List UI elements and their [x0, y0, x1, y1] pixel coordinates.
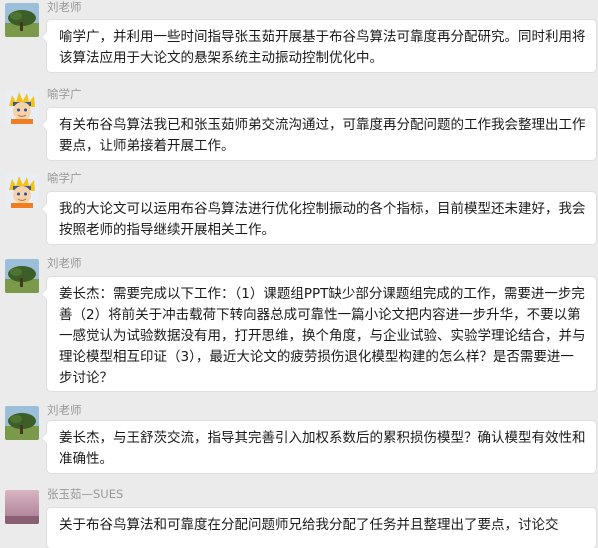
sender-name: 刘老师 — [47, 403, 82, 417]
tree-landscape-avatar-icon[interactable] — [5, 406, 39, 440]
naruto-avatar-icon[interactable] — [5, 174, 39, 208]
sender-name: 喻学广 — [47, 87, 82, 101]
sender-name: 刘老师 — [47, 256, 82, 270]
chat-history: 刘老师 喻学广，并利用一些时间指导张玉茹开展基于布谷鸟算法可靠度再分配研究。同时… — [0, 0, 598, 548]
tree-landscape-avatar-icon[interactable] — [5, 259, 39, 293]
message-bubble: 关于布谷鸟算法和可靠度在分配问题师兄给我分配了任务并且整理出了要点，讨论交 — [47, 508, 596, 548]
message-bubble: 我的大论文可以运用布谷鸟算法进行优化控制振动的各个指标，目前模型还未建好，我会按… — [41, 192, 596, 244]
message-bubble: 喻学广，并利用一些时间指导张玉茹开展基于布谷鸟算法可靠度再分配研究。同时利用将该… — [41, 20, 596, 72]
message-bubble: 姜长杰，与王舒茨交流，指导其完善引入加权系数后的累积损伤模型？确认模型有效性和准… — [41, 421, 596, 473]
message-bubble: 姜长杰：需要完成以下工作：（1）课题组PPT缺少部分课题组完成的工作，需要进一步… — [41, 277, 596, 391]
message-bubble: 有关布谷鸟算法我已和张玉茹师弟交流沟通过，可靠度再分配问题的工作我会整理出工作要… — [41, 108, 596, 160]
tree-landscape-avatar-icon[interactable] — [5, 3, 39, 37]
sender-name: 喻学广 — [47, 171, 82, 185]
naruto-avatar-icon[interactable] — [5, 90, 39, 124]
sender-name: 张玉茹—SUES — [47, 487, 124, 501]
sender-name: 刘老师 — [47, 0, 82, 14]
pink-sky-avatar-icon[interactable] — [5, 490, 39, 524]
